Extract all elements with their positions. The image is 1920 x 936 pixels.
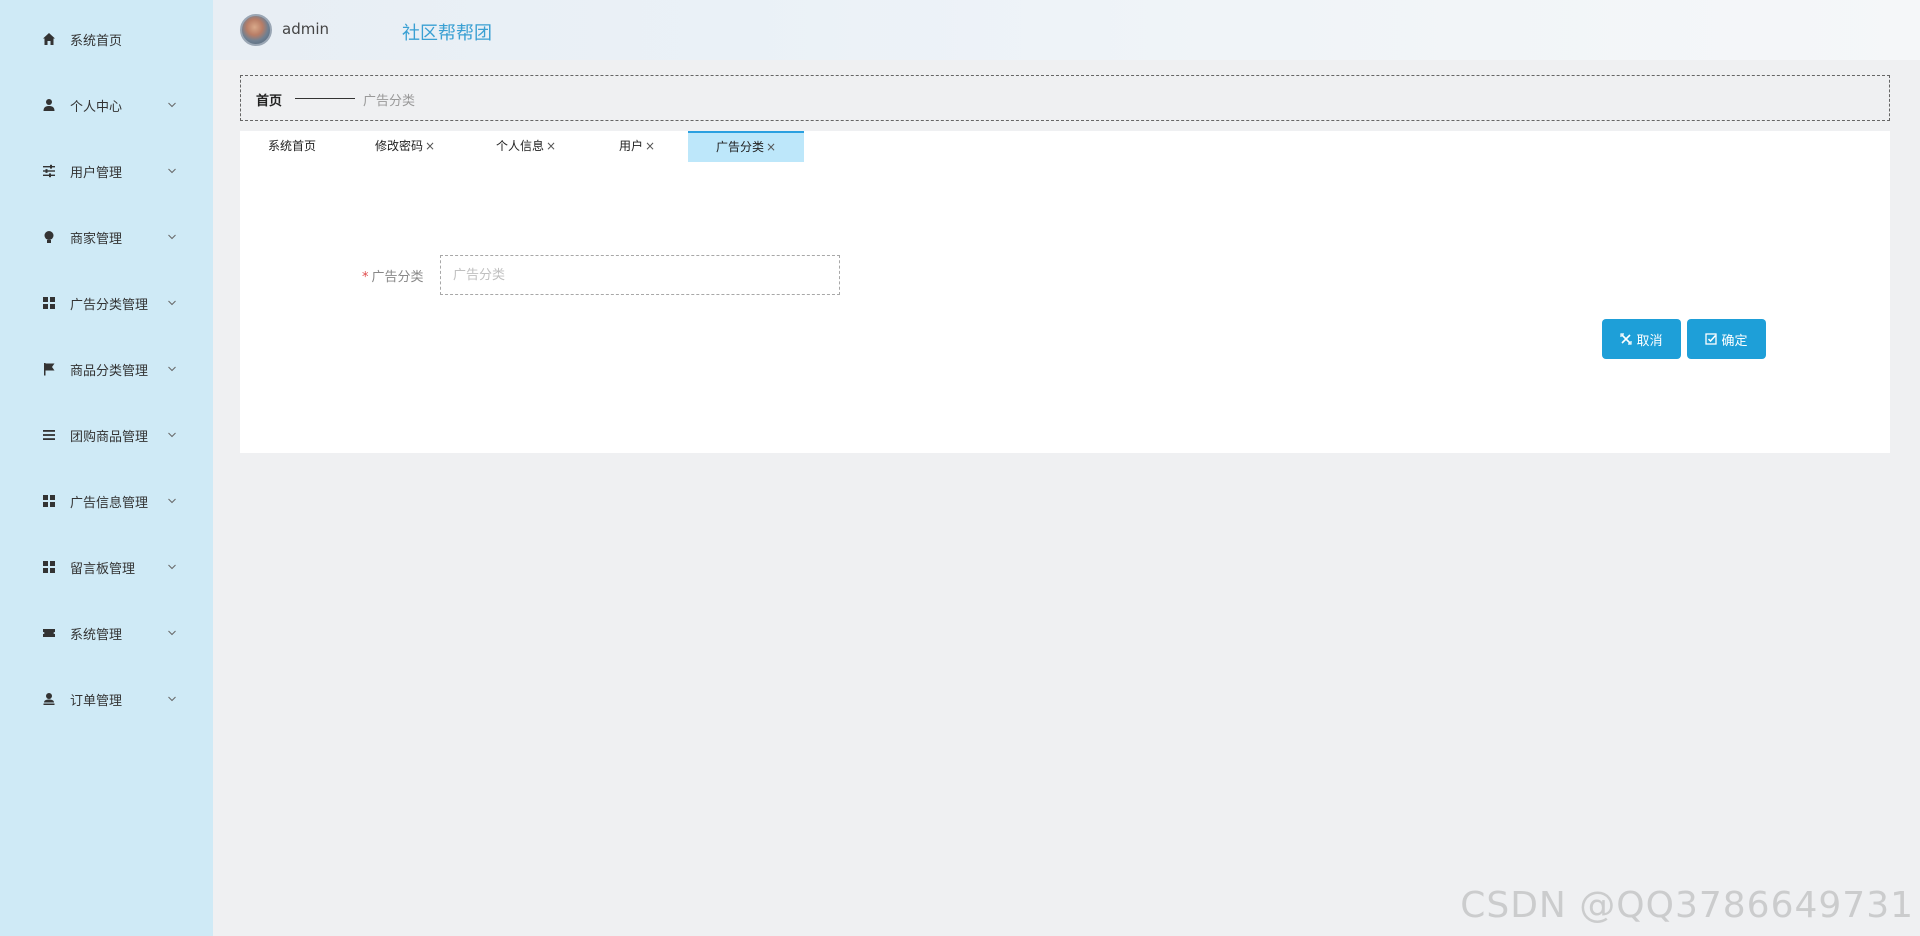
sidebar-item-personal-center[interactable]: 个人中心 [0,72,213,138]
field-label-text: 广告分类 [371,270,424,285]
chevron-down-icon [168,630,176,636]
cancel-button-label: 取消 [1636,333,1663,349]
tab-change-password[interactable]: 修改密码 × [344,131,466,162]
avatar[interactable] [240,14,272,46]
sidebar: 系统首页 个人中心 用户管理 商家管理 广告分类管理 商品分类管理 团购商品管理… [0,0,213,936]
chevron-down-icon [168,696,176,702]
close-icon[interactable]: × [645,139,655,153]
chevron-down-icon [168,432,176,438]
breadcrumb-separator [295,98,355,99]
tab-label: 系统首页 [267,139,316,153]
tab-label: 用户 [618,139,643,153]
required-mark: * [362,270,369,285]
sidebar-item-ad-category-management[interactable]: 广告分类管理 [0,270,213,336]
breadcrumb: 首页 广告分类 [240,75,1890,121]
app-title: 社区帮帮团 [402,23,492,44]
ticket-icon [41,625,57,641]
sidebar-item-label: 系统首页 [70,33,123,49]
checkbox-check-icon [1705,333,1718,345]
tab-home[interactable]: 系统首页 [240,131,344,162]
sidebar-item-label: 订单管理 [70,693,123,709]
tab-label: 个人信息 [495,139,544,153]
sidebar-item-order-management[interactable]: 订单管理 [0,666,213,732]
sidebar-item-label: 广告分类管理 [70,297,149,313]
sliders-icon [41,163,57,179]
sidebar-item-label: 个人中心 [70,99,123,115]
tab-ad-category[interactable]: 广告分类 × [688,131,804,162]
ad-category-input[interactable] [440,255,840,295]
grid-icon [41,559,57,575]
chevron-down-icon [168,300,176,306]
list-icon [41,427,57,443]
tab-label: 广告分类 [715,140,764,154]
breadcrumb-current: 广告分类 [363,94,416,109]
chevron-down-icon [168,498,176,504]
grid-icon [41,493,57,509]
chevron-down-icon [168,234,176,240]
home-icon [41,31,57,47]
sidebar-item-product-category-management[interactable]: 商品分类管理 [0,336,213,402]
user-icon [41,97,57,113]
sidebar-item-label: 用户管理 [70,165,123,181]
sidebar-item-label: 广告信息管理 [70,495,149,511]
sidebar-item-label: 商家管理 [70,231,123,247]
confirm-button[interactable]: 确定 [1687,319,1766,359]
grid-icon [41,295,57,311]
confirm-button-label: 确定 [1721,333,1748,349]
sidebar-item-home[interactable]: 系统首页 [0,6,213,72]
sidebar-item-label: 系统管理 [70,627,123,643]
sidebar-item-message-board-management[interactable]: 留言板管理 [0,534,213,600]
sidebar-item-user-management[interactable]: 用户管理 [0,138,213,204]
sidebar-item-system-management[interactable]: 系统管理 [0,600,213,666]
bulb-icon [41,229,57,245]
chevron-down-icon [168,168,176,174]
user-download-icon [41,691,57,707]
cancel-button[interactable]: 取消 [1602,319,1681,359]
tab-user[interactable]: 用户 × [586,131,688,162]
close-icon [1620,333,1633,345]
close-icon[interactable]: × [546,139,556,153]
close-icon[interactable]: × [766,140,776,154]
chevron-down-icon [168,366,176,372]
close-icon[interactable]: × [425,139,435,153]
chevron-down-icon [168,564,176,570]
sidebar-item-merchant-management[interactable]: 商家管理 [0,204,213,270]
breadcrumb-home[interactable]: 首页 [256,90,282,109]
watermark: CSDN @QQ3786649731 [1460,885,1914,926]
tab-personal-info[interactable]: 个人信息 × [466,131,586,162]
username: admin [282,20,329,38]
tab-label: 修改密码 [374,139,423,153]
chevron-down-icon [168,102,176,108]
sidebar-item-ad-info-management[interactable]: 广告信息管理 [0,468,213,534]
sidebar-item-label: 商品分类管理 [70,363,149,379]
sidebar-item-label: 团购商品管理 [70,429,149,445]
main-panel: 系统首页 修改密码× 个人信息× 用户× 广告分类× *广告分类 取消 确定 [240,131,1890,453]
sidebar-item-label: 留言板管理 [70,561,136,577]
sidebar-item-group-buy-management[interactable]: 团购商品管理 [0,402,213,468]
flag-icon [41,361,57,377]
ad-category-label: * 广告分类 [362,266,424,285]
